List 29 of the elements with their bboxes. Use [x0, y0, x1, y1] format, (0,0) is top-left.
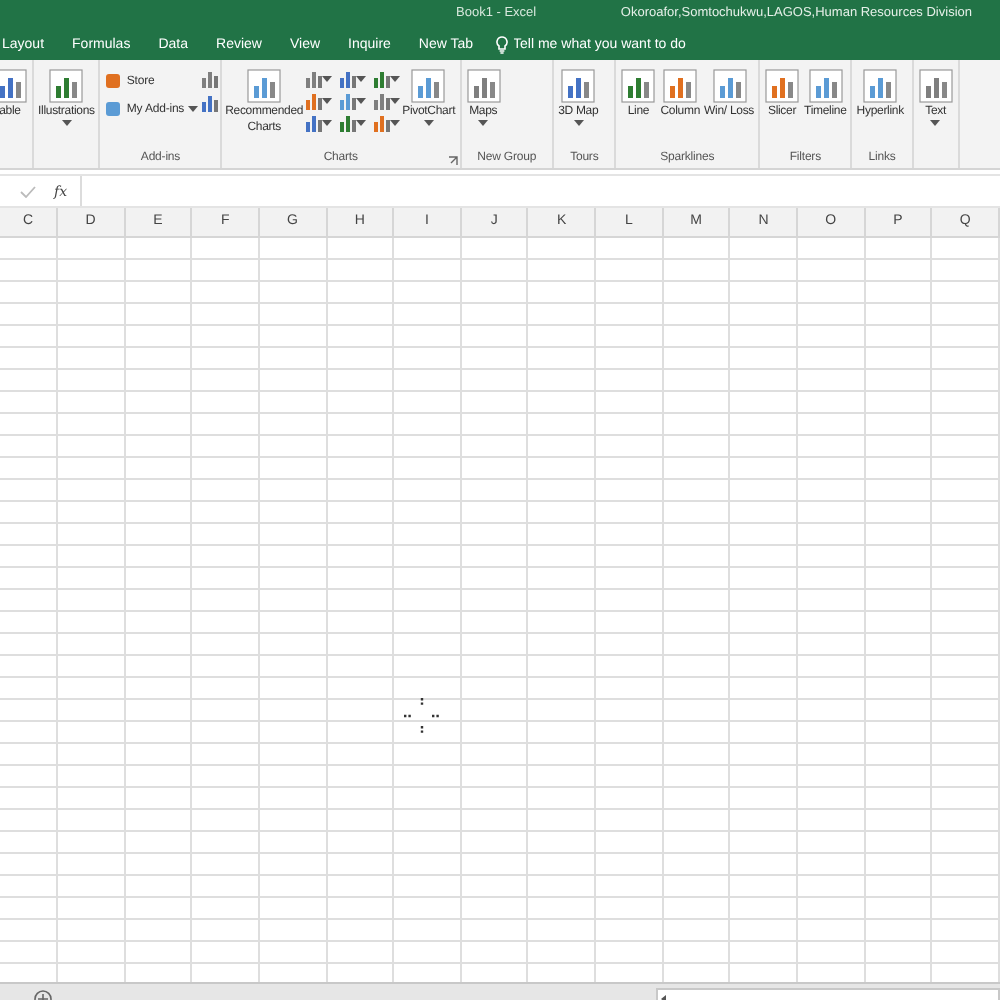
- chart-type-button[interactable]: [200, 94, 219, 112]
- chart-type-button[interactable]: [200, 70, 219, 88]
- chart-type-button[interactable]: [304, 114, 333, 132]
- bar-chart-icon: [862, 68, 899, 104]
- bar-chart-icon: [410, 68, 447, 104]
- chart-type-button[interactable]: [372, 70, 401, 88]
- bar-chart-icon: [560, 68, 597, 104]
- chart-type-button[interactable]: [372, 92, 401, 110]
- lightbulb-icon: [495, 35, 508, 53]
- move-cursor-icon: [402, 696, 442, 736]
- check-icon: [20, 185, 36, 197]
- chart-type-button[interactable]: [338, 114, 367, 132]
- bar-chart-icon: [662, 68, 699, 104]
- bar-chart-icon: [764, 68, 801, 104]
- chart-type-button[interactable]: [372, 114, 401, 132]
- chart-type-button[interactable]: [338, 92, 367, 110]
- bar-chart-icon: [711, 68, 748, 104]
- bar-chart-icon: [465, 68, 502, 104]
- bar-chart-icon: [48, 68, 85, 104]
- square-icon: [104, 100, 123, 118]
- chart-type-button[interactable]: [304, 92, 333, 110]
- dialog-launcher-icon[interactable]: [447, 156, 458, 166]
- chart-type-button[interactable]: [304, 70, 333, 88]
- bar-chart-icon: [246, 68, 283, 104]
- bar-chart-icon: [807, 68, 844, 104]
- bar-chart-icon: [917, 68, 954, 104]
- chart-type-button[interactable]: [338, 70, 367, 88]
- bar-chart-icon: [620, 68, 657, 104]
- square-icon: [104, 72, 123, 90]
